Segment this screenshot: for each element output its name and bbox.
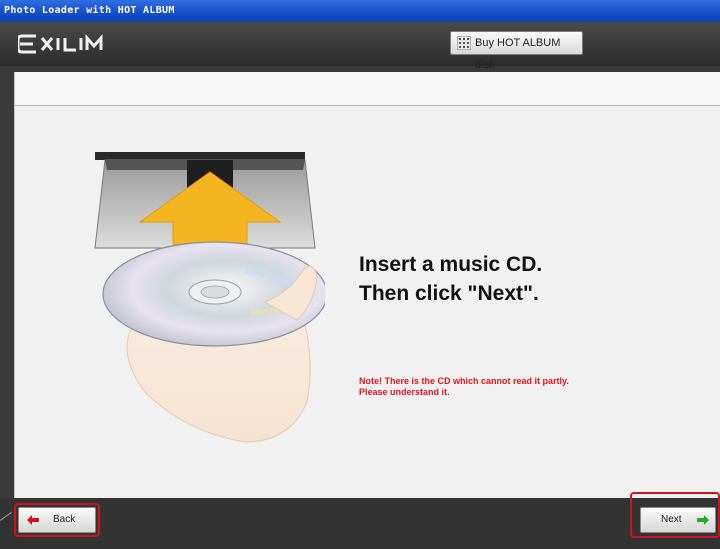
instruction-line-2: Then click "Next".	[359, 282, 539, 305]
note-line-2: Please understand it.	[359, 387, 450, 397]
exilim-logo-mark	[16, 34, 103, 54]
arrow-left-icon	[27, 515, 39, 525]
window-title: Photo Loader with HOT ALBUM	[4, 5, 175, 16]
next-button-label: Next	[661, 514, 682, 525]
back-button[interactable]: Back	[18, 507, 96, 533]
instruction-line-1: Insert a music CD.	[359, 253, 543, 276]
instruction-text: Insert a music CD. Then click "Next".	[359, 250, 719, 308]
main-content: Insert a music CD. Then click "Next". No…	[14, 72, 720, 498]
navigation-footer: Back Next	[0, 492, 720, 549]
arrow-right-icon	[697, 515, 709, 525]
content-top-bar	[15, 72, 720, 106]
next-button[interactable]: Next	[640, 507, 716, 533]
insert-cd-illustration	[94, 152, 325, 443]
exilim-logo	[16, 30, 138, 58]
back-button-label: Back	[53, 514, 76, 525]
warning-note: Note! There is the CD which cannot read …	[359, 376, 719, 398]
buy-hot-album-button[interactable]: Buy HOT ALBUM disk	[450, 31, 583, 71]
window-titlebar: Photo Loader with HOT ALBUM	[0, 0, 720, 22]
album-grid-icon	[457, 36, 471, 50]
note-line-1: Note! There is the CD which cannot read …	[359, 376, 569, 386]
buy-button-label: Buy HOT ALBUM disk	[475, 37, 561, 71]
drive-slot	[95, 152, 305, 160]
app-window: Photo Loader with HOT ALBUM Buy HOT ALBU…	[0, 0, 720, 549]
app-header: Buy HOT ALBUM disk	[0, 22, 720, 71]
